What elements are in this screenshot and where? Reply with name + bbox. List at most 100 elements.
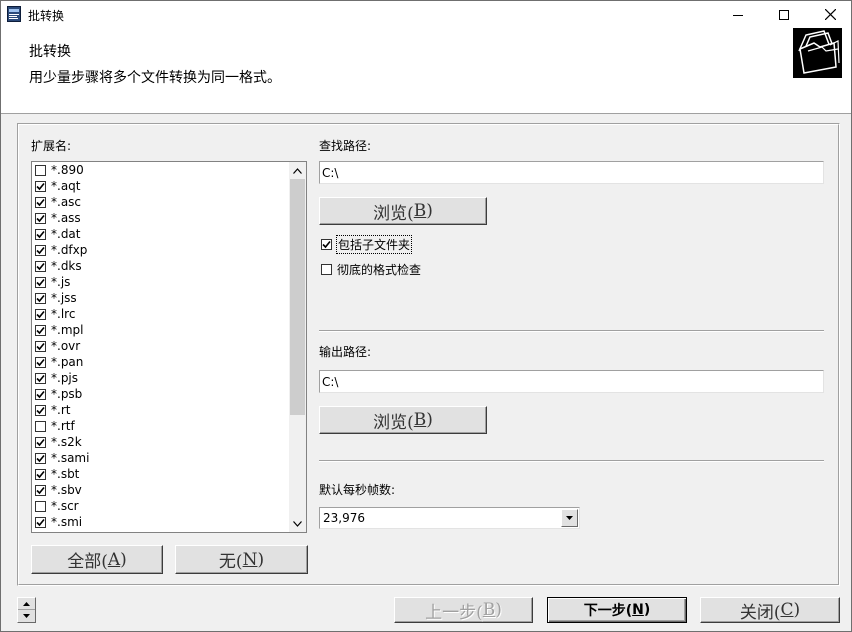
spinner-up-button[interactable]	[18, 598, 35, 610]
list-item[interactable]: *.psb	[32, 386, 289, 402]
list-item-checkbox[interactable]	[35, 196, 46, 208]
output-browse-button[interactable]: 浏览(B)	[319, 406, 487, 434]
window-title: 批转换	[28, 9, 65, 23]
list-item-checkbox[interactable]	[35, 180, 46, 192]
search-browse-button[interactable]: 浏览(B)	[319, 197, 487, 225]
select-none-button[interactable]: 无(N)	[175, 545, 308, 574]
list-item-label: *.asc	[51, 195, 82, 209]
close-window-button[interactable]	[807, 1, 852, 28]
list-item[interactable]: *.sbv	[32, 482, 289, 498]
next-button[interactable]: 下一步(N)	[547, 597, 687, 623]
list-item-checkbox[interactable]	[35, 324, 46, 336]
fps-dropdown-button[interactable]	[561, 509, 578, 527]
list-item[interactable]: *.ovr	[32, 338, 289, 354]
list-item[interactable]: *.dfxp	[32, 242, 289, 258]
list-item-checkbox[interactable]	[35, 356, 46, 368]
list-item[interactable]: *.scr	[32, 498, 289, 514]
list-item-checkbox[interactable]	[35, 340, 46, 352]
list-item-label: *.sami	[51, 451, 90, 465]
list-item-checkbox[interactable]	[35, 372, 46, 384]
list-item[interactable]: *.s2k	[32, 434, 289, 450]
thorough-check-label: 彻底的格式检查	[337, 263, 422, 277]
list-item-label: *.rtf	[51, 419, 75, 433]
fps-label: 默认每秒帧数:	[319, 483, 396, 497]
header-subtitle: 用少量步骤将多个文件转换为同一格式。	[29, 70, 281, 86]
extension-list-items: *.890 *.aqt *.asc *.ass *.dat *.dfxp *.dks *.js…	[32, 162, 289, 530]
list-item-checkbox[interactable]	[35, 516, 46, 528]
list-item-label: *.psb	[51, 387, 83, 401]
list-item-label: *.rt	[51, 403, 71, 417]
spinner-down-button[interactable]	[18, 610, 35, 622]
batch-convert-window: 批转换 批转换 用少量步骤将多个文件转换为同一格式。 扩展名: *.890 *.…	[0, 0, 852, 632]
list-item-label: *.pan	[51, 355, 84, 369]
list-item-checkbox[interactable]	[35, 388, 46, 400]
list-item[interactable]: *.ass	[32, 210, 289, 226]
list-item-checkbox[interactable]	[35, 308, 46, 320]
minimize-button[interactable]	[715, 1, 761, 28]
list-item-checkbox[interactable]	[35, 436, 46, 448]
thorough-check-checkbox[interactable]: 彻底的格式检查	[321, 261, 421, 278]
extension-list[interactable]: *.890 *.aqt *.asc *.ass *.dat *.dfxp *.dks *.js…	[31, 161, 307, 533]
list-item[interactable]: *.dat	[32, 226, 289, 242]
output-path-label: 输出路径:	[319, 345, 372, 359]
triangle-up-icon	[23, 601, 30, 606]
list-item[interactable]: *.smi	[32, 514, 289, 530]
list-item-checkbox[interactable]	[35, 212, 46, 224]
list-item[interactable]: *.rt	[32, 402, 289, 418]
list-item-checkbox[interactable]	[35, 500, 46, 512]
list-item-label: *.lrc	[51, 307, 76, 321]
list-item[interactable]: *.890	[32, 162, 289, 178]
include-subfolders-checkbox[interactable]: 包括子文件夹	[321, 235, 413, 254]
list-item-checkbox[interactable]	[35, 404, 46, 416]
list-item-label: *.sbv	[51, 483, 82, 497]
list-item-checkbox[interactable]	[35, 468, 46, 480]
search-path-input[interactable]: C:\	[319, 161, 824, 184]
triangle-down-icon	[23, 614, 30, 618]
list-item-label: *.mpl	[51, 323, 84, 337]
window-size-spinner[interactable]	[17, 597, 36, 623]
list-item[interactable]: *.dks	[32, 258, 289, 274]
back-button[interactable]: 上一步(B)	[394, 597, 533, 623]
list-item-checkbox[interactable]	[35, 484, 46, 496]
list-item-label: *.dat	[51, 227, 81, 241]
list-item-label: *.scr	[51, 499, 79, 513]
list-item[interactable]: *.lrc	[32, 306, 289, 322]
list-item-checkbox[interactable]	[35, 292, 46, 304]
list-item[interactable]: *.aqt	[32, 178, 289, 194]
include-subfolders-check[interactable]	[321, 239, 332, 250]
list-item[interactable]: *.rtf	[32, 418, 289, 434]
list-item-label: *.js	[51, 275, 71, 289]
list-item-checkbox[interactable]	[35, 276, 46, 288]
maximize-button[interactable]	[761, 1, 807, 28]
list-item[interactable]: *.pan	[32, 354, 289, 370]
list-item-label: *.890	[51, 163, 84, 177]
close-button[interactable]: 关闭(C)	[700, 597, 840, 623]
fps-value: 23,976	[323, 511, 365, 525]
list-item-checkbox[interactable]	[35, 244, 46, 256]
scroll-down-button[interactable]	[289, 515, 306, 532]
list-item[interactable]: *.mpl	[32, 322, 289, 338]
list-item[interactable]: *.sbt	[32, 466, 289, 482]
maximize-icon	[779, 9, 789, 20]
list-item[interactable]: *.pjs	[32, 370, 289, 386]
list-item-checkbox[interactable]	[35, 260, 46, 272]
extension-list-scrollbar[interactable]	[289, 162, 306, 532]
list-item-label: *.pjs	[51, 371, 79, 385]
minimize-icon	[733, 14, 743, 16]
output-path-input[interactable]: C:\	[319, 370, 824, 393]
list-item-label: *.aqt	[51, 179, 81, 193]
list-item-checkbox[interactable]	[35, 164, 46, 176]
list-item[interactable]: *.asc	[32, 194, 289, 210]
list-item[interactable]: *.jss	[32, 290, 289, 306]
scroll-thumb[interactable]	[290, 179, 305, 415]
scroll-up-button[interactable]	[289, 162, 306, 179]
fps-select[interactable]: 23,976	[319, 507, 580, 529]
list-item-checkbox[interactable]	[35, 228, 46, 240]
list-item-checkbox[interactable]	[35, 452, 46, 464]
list-item[interactable]: *.js	[32, 274, 289, 290]
list-item-checkbox[interactable]	[35, 420, 46, 432]
list-item-label: *.jss	[51, 291, 77, 305]
thorough-check-check[interactable]	[321, 264, 332, 275]
select-all-button[interactable]: 全部(A)	[31, 545, 163, 574]
list-item[interactable]: *.sami	[32, 450, 289, 466]
